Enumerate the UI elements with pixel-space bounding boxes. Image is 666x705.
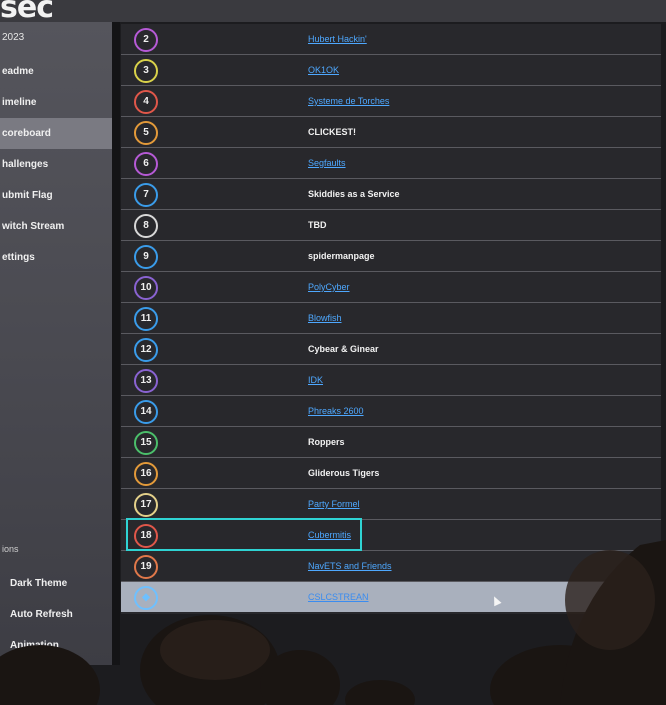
team-link[interactable]: Phreaks 2600 bbox=[308, 396, 364, 426]
team-link[interactable]: PolyCyber bbox=[308, 272, 350, 302]
team-link[interactable]: Segfaults bbox=[308, 148, 346, 178]
scoreboard-row: 16 Gliderous Tigers bbox=[121, 458, 661, 489]
rank-badge: 14 bbox=[134, 400, 158, 424]
rank-badge: 9 bbox=[134, 245, 158, 269]
team-link[interactable]: IDK bbox=[308, 365, 323, 395]
rank-badge: 8 bbox=[134, 214, 158, 238]
sidebar-item-challenges[interactable]: hallenges bbox=[0, 149, 112, 180]
rank-badge: 13 bbox=[134, 369, 158, 393]
rank-badge: 12 bbox=[134, 338, 158, 362]
team-icon: ◆ bbox=[134, 586, 158, 610]
team-name: Skiddies as a Service bbox=[308, 189, 400, 199]
rank-badge: 15 bbox=[134, 431, 158, 455]
rank-badge: 10 bbox=[134, 276, 158, 300]
scoreboard-row: 7 Skiddies as a Service bbox=[121, 179, 661, 210]
sidebar: 2023 eadme imeline coreboard hallenges u… bbox=[0, 22, 112, 665]
rank-badge: 7 bbox=[134, 183, 158, 207]
team-name: CLICKEST! bbox=[308, 127, 356, 137]
team-name: spidermanpage bbox=[308, 251, 375, 261]
team-link[interactable]: NavETS and Friends bbox=[308, 551, 392, 581]
scoreboard-row: 2 Hubert Hackin' bbox=[121, 24, 661, 55]
scoreboard-row: 8 TBD bbox=[121, 210, 661, 241]
scoreboard-row: 19 NavETS and Friends bbox=[121, 551, 661, 582]
scoreboard-row: 11 Blowfish bbox=[121, 303, 661, 334]
rank-badge: 3 bbox=[134, 59, 158, 83]
team-name: TBD bbox=[308, 220, 327, 230]
rank-badge: 6 bbox=[134, 152, 158, 176]
scoreboard-row: 10 PolyCyber bbox=[121, 272, 661, 303]
top-bar: sec bbox=[0, 0, 666, 25]
scoreboard-row: 13 IDK bbox=[121, 365, 661, 396]
team-link[interactable]: Systeme de Torches bbox=[308, 86, 389, 116]
sidebar-item-switch-stream[interactable]: witch Stream bbox=[0, 211, 112, 242]
sidebar-year: 2023 bbox=[2, 32, 25, 43]
rank-badge: 19 bbox=[134, 555, 158, 579]
sidebar-item-readme[interactable]: eadme bbox=[0, 56, 112, 87]
scoreboard-row: 12 Cybear & Ginear bbox=[121, 334, 661, 365]
rank-highlight-box bbox=[126, 518, 362, 551]
animation-toggle[interactable]: Animation bbox=[10, 640, 59, 651]
scoreboard-row: 4 Systeme de Torches bbox=[121, 86, 661, 117]
sidebar-divider bbox=[112, 22, 120, 665]
scoreboard-row: 3 OK1OK bbox=[121, 55, 661, 86]
scoreboard-row: 6 Segfaults bbox=[121, 148, 661, 179]
team-link[interactable]: OK1OK bbox=[308, 55, 339, 85]
scoreboard-row: 17 Party Formel bbox=[121, 489, 661, 520]
sidebar-item-scoreboard[interactable]: coreboard bbox=[0, 118, 112, 149]
team-name: Gliderous Tigers bbox=[308, 468, 380, 478]
rank-badge: 16 bbox=[134, 462, 158, 486]
scoreboard-row: 5 CLICKEST! bbox=[121, 117, 661, 148]
sidebar-nav: eadme imeline coreboard hallenges ubmit … bbox=[0, 56, 112, 273]
team-link[interactable]: Blowfish bbox=[308, 303, 342, 333]
rank-badge: 17 bbox=[134, 493, 158, 517]
scoreboard-row: 14 Phreaks 2600 bbox=[121, 396, 661, 427]
options-header: ions bbox=[2, 544, 19, 554]
current-team-link[interactable]: CSLCSTREAN bbox=[308, 582, 369, 612]
sidebar-item-submit-flag[interactable]: ubmit Flag bbox=[0, 180, 112, 211]
dark-theme-toggle[interactable]: Dark Theme bbox=[10, 578, 67, 589]
scoreboard-row: 15 Roppers bbox=[121, 427, 661, 458]
rank-badge: 5 bbox=[134, 121, 158, 145]
team-link[interactable]: Hubert Hackin' bbox=[308, 24, 367, 54]
team-link[interactable]: Party Formel bbox=[308, 489, 360, 519]
sidebar-item-settings[interactable]: ettings bbox=[0, 242, 112, 273]
sidebar-item-timeline[interactable]: imeline bbox=[0, 87, 112, 118]
rank-badge: 4 bbox=[134, 90, 158, 114]
scoreboard-row: 9 spidermanpage bbox=[121, 241, 661, 272]
rank-badge: 11 bbox=[134, 307, 158, 331]
current-team-row: ◆ CSLCSTREAN bbox=[121, 582, 661, 612]
team-name: Cybear & Ginear bbox=[308, 344, 379, 354]
team-name: Roppers bbox=[308, 437, 345, 447]
rank-badge: 2 bbox=[134, 28, 158, 52]
auto-refresh-toggle[interactable]: Auto Refresh bbox=[10, 609, 73, 620]
